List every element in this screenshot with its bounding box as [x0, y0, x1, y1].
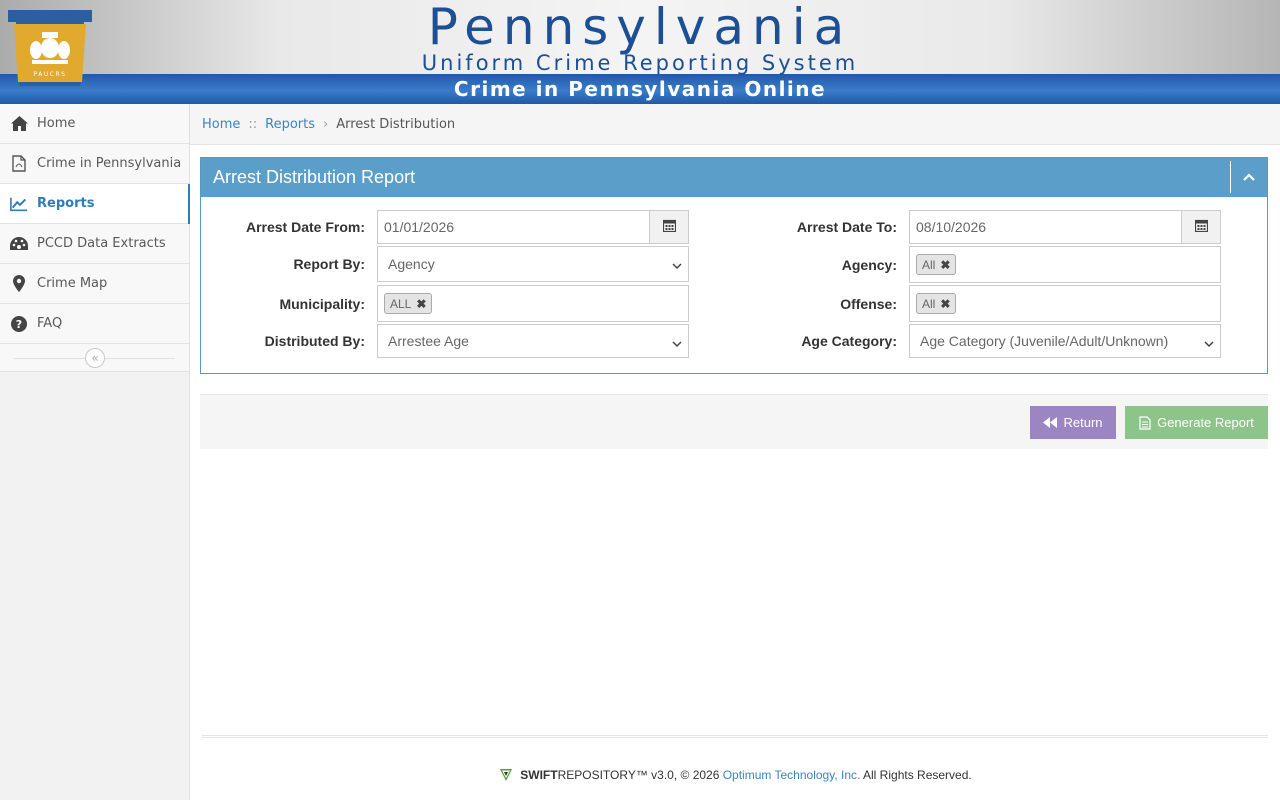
footer-brand-rest: REPOSITORY™ — [557, 767, 648, 782]
header-subtitle: Uniform Crime Reporting System — [421, 51, 859, 75]
footer: SWIFT REPOSITORY™ v3.0, © 2026 Optimum T… — [190, 767, 1280, 782]
date-to-calendar-button[interactable] — [1182, 210, 1221, 244]
age-category-select[interactable]: Age Category (Juvenile/Adult/Unknown) — [909, 324, 1221, 358]
panel-title: Arrest Distribution Report — [213, 167, 416, 187]
remove-tag-icon[interactable]: ✖ — [940, 297, 950, 311]
line-chart-icon — [10, 195, 28, 213]
agency-label: Agency: — [841, 256, 897, 273]
panel-header: Arrest Distribution Report — [201, 158, 1267, 197]
header-title: Pennsylvania — [427, 0, 853, 56]
map-marker-icon — [10, 275, 28, 293]
distributed-by-value: Arrestee Age — [388, 333, 469, 349]
chevron-up-icon — [1243, 170, 1255, 185]
sidebar-item-label: Reports — [37, 196, 95, 211]
report-by-row: Report By: Agency — [211, 246, 689, 282]
date-from-calendar-button[interactable] — [650, 210, 689, 244]
swift-logo-icon — [498, 767, 514, 782]
pdf-file-icon — [10, 155, 28, 173]
double-chevron-left-icon: « — [91, 351, 99, 365]
report-by-value: Agency — [388, 256, 435, 272]
footer-company-link[interactable]: Optimum Technology, Inc. — [723, 768, 861, 782]
breadcrumb-home-link[interactable]: Home — [202, 117, 240, 132]
chevron-down-icon — [672, 336, 682, 352]
age-category-value: Age Category (Juvenile/Adult/Unknown) — [920, 333, 1169, 349]
report-by-label: Report By: — [293, 256, 365, 272]
municipality-multiselect[interactable]: ALL ✖ — [377, 285, 689, 322]
home-icon — [10, 115, 28, 133]
breadcrumb-separator: :: — [248, 116, 258, 132]
report-by-select[interactable]: Agency — [377, 246, 689, 282]
distributed-by-select[interactable]: Arrestee Age — [377, 324, 689, 358]
date-from-row: Arrest Date From: 01/01/2026 — [211, 210, 689, 244]
svg-text:?: ? — [16, 318, 22, 331]
agency-multiselect[interactable]: All ✖ — [909, 246, 1221, 283]
sidebar-item-crime-in-pennsylvania[interactable]: Crime in Pennsylvania — [0, 144, 189, 184]
age-category-row: Age Category: Age Category (Juvenile/Adu… — [743, 324, 1221, 358]
panel-collapse-button[interactable] — [1230, 161, 1267, 193]
calendar-icon — [1194, 219, 1208, 236]
sidebar-item-pccd-data-extracts[interactable]: PCCD Data Extracts — [0, 224, 189, 264]
municipality-tag-label: ALL — [390, 296, 412, 311]
sidebar: Home Crime in Pennsylvania Reports PCCD … — [0, 104, 190, 800]
sidebar-item-label: Crime in Pennsylvania — [37, 156, 182, 171]
footer-divider — [202, 735, 1268, 738]
backward-icon — [1043, 417, 1058, 428]
sidebar-collapse-row: « — [0, 344, 189, 372]
report-filter-panel: Arrest Distribution Report Arrest Date F… — [200, 157, 1268, 374]
remove-tag-icon[interactable]: ✖ — [416, 297, 426, 311]
offense-tag: All ✖ — [916, 293, 957, 314]
site-header: PAUCRS Pennsylvania Uniform Crime Report… — [0, 0, 1280, 104]
sidebar-item-faq[interactable]: ? FAQ — [0, 304, 189, 344]
return-button-label: Return — [1063, 415, 1103, 430]
action-bar: Return Generate Report — [200, 394, 1268, 449]
date-to-input[interactable]: 08/10/2026 — [909, 210, 1182, 244]
file-text-icon — [1139, 415, 1151, 430]
municipality-tag: ALL ✖ — [384, 293, 433, 314]
footer-version: v3.0, © 2026 — [647, 767, 723, 782]
sidebar-collapse-button[interactable]: « — [85, 348, 105, 368]
chevron-down-icon — [1204, 336, 1214, 352]
offense-label: Offense: — [840, 295, 897, 312]
date-from-label: Arrest Date From: — [245, 219, 365, 235]
sidebar-item-label: Crime Map — [37, 276, 108, 291]
municipality-row: Municipality: ALL ✖ — [211, 285, 689, 322]
sidebar-item-label: PCCD Data Extracts — [37, 236, 166, 251]
sidebar-item-crime-map[interactable]: Crime Map — [0, 264, 189, 304]
sidebar-item-label: FAQ — [37, 316, 63, 331]
municipality-label: Municipality: — [279, 295, 365, 312]
agency-tag: All ✖ — [916, 254, 957, 275]
sidebar-item-home[interactable]: Home — [0, 104, 189, 144]
breadcrumb-separator: › — [323, 116, 329, 132]
offense-row: Offense: All ✖ — [743, 285, 1221, 322]
offense-multiselect[interactable]: All ✖ — [909, 285, 1221, 322]
agency-row: Agency: All ✖ — [743, 246, 1221, 283]
dashboard-icon — [10, 235, 28, 253]
breadcrumb-current: Arrest Distribution — [336, 116, 456, 132]
remove-tag-icon[interactable]: ✖ — [940, 258, 950, 272]
calendar-icon — [662, 219, 676, 236]
generate-report-button-label: Generate Report — [1157, 415, 1254, 430]
chevron-down-icon — [672, 258, 682, 274]
question-circle-icon: ? — [10, 315, 28, 333]
sidebar-item-label: Home — [37, 116, 76, 131]
distributed-by-row: Distributed By: Arrestee Age — [211, 324, 689, 358]
age-category-label: Age Category: — [801, 333, 897, 349]
date-from-input[interactable]: 01/01/2026 — [377, 210, 650, 244]
breadcrumb-reports-link[interactable]: Reports — [265, 117, 315, 132]
agency-tag-label: All — [922, 257, 936, 272]
footer-rights: All Rights Reserved. — [860, 767, 972, 782]
generate-report-button[interactable]: Generate Report — [1125, 406, 1268, 439]
distributed-by-label: Distributed By: — [264, 333, 365, 349]
header-band-title: Crime in Pennsylvania Online — [453, 77, 827, 101]
sidebar-item-reports[interactable]: Reports — [0, 184, 190, 224]
footer-brand-bold: SWIFT — [520, 767, 558, 782]
date-to-row: Arrest Date To: 08/10/2026 — [743, 210, 1221, 244]
breadcrumb: Home :: Reports › Arrest Distribution — [190, 104, 1280, 145]
offense-tag-label: All — [922, 296, 936, 311]
date-to-label: Arrest Date To: — [796, 219, 897, 235]
return-button[interactable]: Return — [1030, 406, 1116, 439]
